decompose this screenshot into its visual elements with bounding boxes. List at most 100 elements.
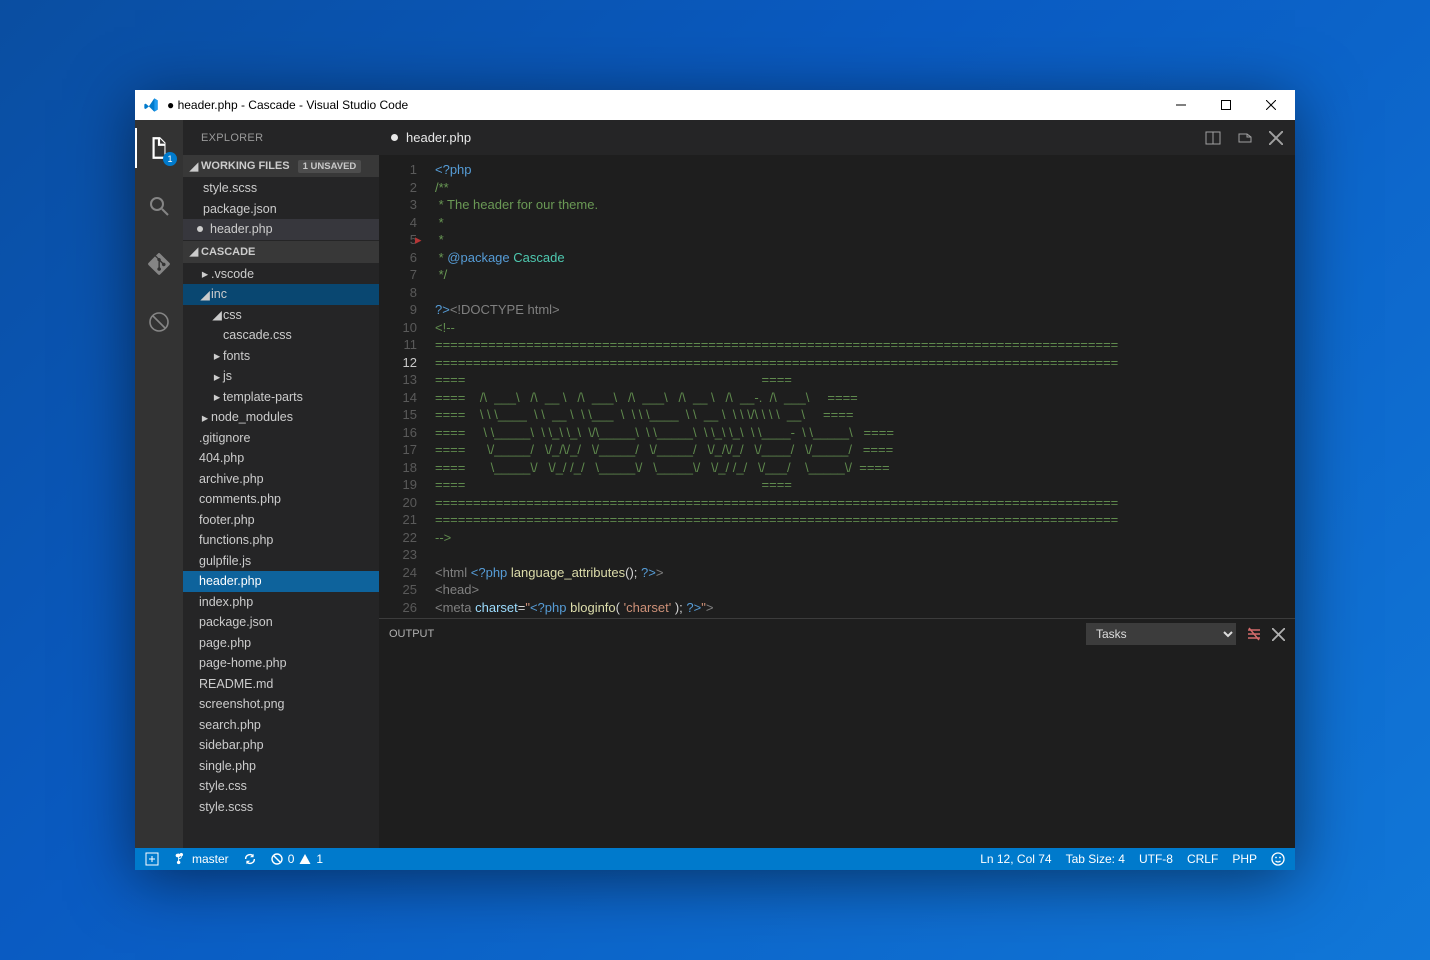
clear-output-icon[interactable] [1246, 626, 1262, 642]
file-item[interactable]: .gitignore [183, 428, 379, 449]
close-panel-icon[interactable] [1272, 628, 1285, 641]
chevron-down-icon: ◢ [187, 160, 201, 173]
chevron-down-icon: ◢ [199, 287, 211, 302]
file-item[interactable]: gulpfile.js [183, 551, 379, 572]
window-title: ● header.php - Cascade - Visual Studio C… [165, 98, 1158, 112]
folder-node-modules[interactable]: ▸node_modules [183, 407, 379, 428]
folder-css[interactable]: ◢css [183, 305, 379, 326]
status-feedback-icon[interactable] [1271, 852, 1285, 866]
file-item[interactable]: README.md [183, 674, 379, 695]
status-bar: master 0 1 Ln 12, Col 74 Tab Size: 4 UTF… [135, 848, 1295, 870]
chevron-right-icon: ▸ [211, 389, 223, 404]
tree-label: style.css [199, 779, 247, 793]
file-item[interactable]: page.php [183, 633, 379, 654]
tab-label: header.php [406, 130, 471, 145]
status-sync-icon[interactable] [243, 852, 257, 866]
modified-dot-icon [197, 226, 203, 232]
chevron-down-icon: ◢ [211, 307, 223, 322]
file-cascade-css[interactable]: cascade.css [183, 325, 379, 346]
project-header-label: CASCADE [201, 246, 255, 258]
search-icon[interactable] [135, 186, 183, 226]
tree-label: style.scss [199, 800, 253, 814]
sidebar-title: EXPLORER [183, 120, 379, 155]
tree-label: .vscode [211, 267, 254, 281]
maximize-button[interactable] [1203, 90, 1248, 120]
code-content: <?php/** * The header for our theme. * *… [429, 155, 1295, 618]
tree-label: screenshot.png [199, 697, 284, 711]
tab-header-php[interactable]: header.php [391, 130, 471, 145]
file-item[interactable]: search.php [183, 715, 379, 736]
split-editor-icon[interactable] [1205, 130, 1221, 146]
working-file[interactable]: header.php [183, 219, 379, 240]
debug-icon[interactable] [135, 302, 183, 342]
status-problems[interactable]: 0 1 [271, 852, 323, 866]
working-files-label: WORKING FILES [201, 160, 290, 172]
file-item[interactable]: 404.php [183, 448, 379, 469]
tree-label: header.php [199, 574, 262, 588]
file-item[interactable]: comments.php [183, 489, 379, 510]
tree-label: archive.php [199, 472, 264, 486]
tree-label: footer.php [199, 513, 255, 527]
modified-dot-icon [391, 134, 398, 141]
working-files-header[interactable]: ◢ WORKING FILES 1 UNSAVED [183, 155, 379, 177]
tree-label: package.json [199, 615, 273, 629]
line-gutter: 1234567891011121314151617181920212223242… [379, 155, 429, 618]
output-channel-select[interactable]: Tasks [1086, 623, 1236, 645]
folder-js[interactable]: ▸js [183, 366, 379, 387]
status-encoding[interactable]: UTF-8 [1139, 852, 1173, 866]
file-item[interactable]: functions.php [183, 530, 379, 551]
tree-label: index.php [199, 595, 253, 609]
tree-label: README.md [199, 677, 273, 691]
status-new-window-icon[interactable] [145, 852, 159, 866]
explorer-icon[interactable]: 1 [135, 128, 183, 168]
folder-vscode[interactable]: ▸.vscode [183, 264, 379, 285]
close-editor-icon[interactable] [1269, 131, 1283, 145]
more-actions-icon[interactable] [1237, 130, 1253, 146]
explorer-badge: 1 [163, 152, 177, 166]
status-cursor-pos[interactable]: Ln 12, Col 74 [980, 852, 1051, 866]
file-label: package.json [203, 202, 277, 216]
file-item[interactable]: package.json [183, 612, 379, 633]
tree-label: inc [211, 287, 227, 301]
project-header[interactable]: ◢ CASCADE [183, 241, 379, 263]
status-tab-size[interactable]: Tab Size: 4 [1066, 852, 1125, 866]
panel-title[interactable]: OUTPUT [389, 628, 434, 640]
file-item[interactable]: archive.php [183, 469, 379, 490]
folder-template-parts[interactable]: ▸template-parts [183, 387, 379, 408]
file-item[interactable]: screenshot.png [183, 694, 379, 715]
tree-label: search.php [199, 718, 261, 732]
explorer-sidebar: EXPLORER ◢ WORKING FILES 1 UNSAVED style… [183, 120, 379, 848]
file-item[interactable]: style.css [183, 776, 379, 797]
chevron-down-icon: ◢ [187, 245, 201, 258]
file-item[interactable]: header.php [183, 571, 379, 592]
tree-label: functions.php [199, 533, 273, 547]
vscode-logo-icon [137, 97, 165, 113]
tree-label: single.php [199, 759, 256, 773]
tree-label: gulpfile.js [199, 554, 251, 568]
file-item[interactable]: footer.php [183, 510, 379, 531]
titlebar[interactable]: ● header.php - Cascade - Visual Studio C… [135, 90, 1295, 120]
close-button[interactable] [1248, 90, 1293, 120]
working-file[interactable]: package.json [183, 199, 379, 220]
status-language[interactable]: PHP [1232, 852, 1257, 866]
file-item[interactable]: page-home.php [183, 653, 379, 674]
file-item[interactable]: style.scss [183, 797, 379, 818]
vscode-window: ● header.php - Cascade - Visual Studio C… [135, 90, 1295, 870]
code-editor[interactable]: ▸ 12345678910111213141516171819202122232… [379, 155, 1295, 618]
tree-label: js [223, 369, 232, 383]
working-file[interactable]: style.scss [183, 178, 379, 199]
tree-label: template-parts [223, 390, 303, 404]
folder-fonts[interactable]: ▸fonts [183, 346, 379, 367]
git-icon[interactable] [135, 244, 183, 284]
folder-inc[interactable]: ◢inc [183, 284, 379, 305]
status-eol[interactable]: CRLF [1187, 852, 1218, 866]
tree-label: page.php [199, 636, 251, 650]
output-panel: OUTPUT Tasks [379, 618, 1295, 848]
file-item[interactable]: sidebar.php [183, 735, 379, 756]
editor-tabs: header.php [379, 120, 1295, 155]
minimize-button[interactable] [1158, 90, 1203, 120]
status-git-branch[interactable]: master [173, 852, 229, 866]
tree-label: cascade.css [223, 328, 292, 342]
file-item[interactable]: index.php [183, 592, 379, 613]
file-item[interactable]: single.php [183, 756, 379, 777]
